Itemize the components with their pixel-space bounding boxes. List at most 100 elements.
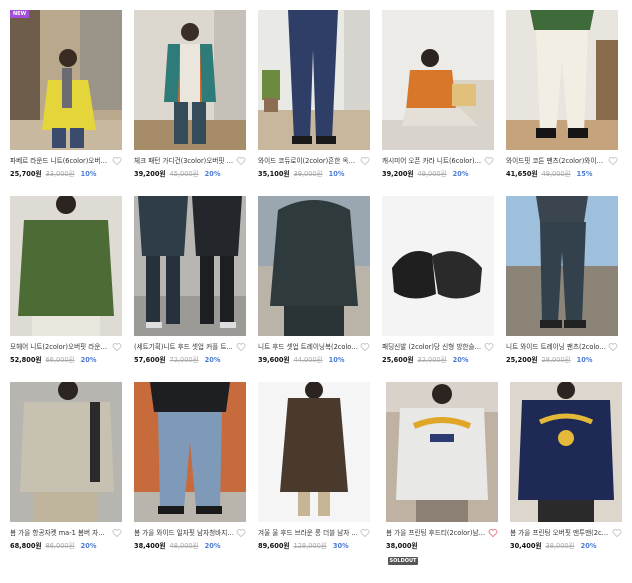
product-card-6[interactable]: 모헤어 니트(2color)오버핏 라운드 ... 52,800원 66,000원… xyxy=(10,196,122,365)
product-image-7[interactable] xyxy=(134,196,246,336)
product-original-price: 45,000원 xyxy=(169,170,199,178)
product-original-price: 128,000원 xyxy=(293,542,327,550)
heart-icon[interactable] xyxy=(360,528,370,538)
product-card-4[interactable]: 캐시미어 오픈 카라 니트(6color)무... 39,200원 49,000원… xyxy=(382,10,494,179)
product-image-10[interactable] xyxy=(506,196,618,336)
product-discount: 10% xyxy=(328,356,345,364)
heart-icon[interactable] xyxy=(236,528,246,538)
heart-icon[interactable] xyxy=(112,528,122,538)
product-card-5[interactable]: 와이드핏 코튼 팬츠(2color)와이드 ... 41,650원 49,000원… xyxy=(506,10,618,179)
product-name[interactable]: 모헤어 니트(2color)오버핏 라운드 ... xyxy=(10,342,110,352)
product-price: 57,600원 xyxy=(134,356,166,364)
product-name[interactable]: 파베르 라운드 니트(6color)오버핏 ... xyxy=(10,156,110,166)
product-original-price: 39,000원 xyxy=(293,170,323,178)
product-price: 39,200원 xyxy=(382,170,414,178)
product-original-price: 33,000원 xyxy=(45,170,75,178)
product-price: 25,600원 xyxy=(382,356,414,364)
product-image-5[interactable] xyxy=(506,10,618,150)
product-image-4[interactable] xyxy=(382,10,494,150)
product-original-price: 48,000원 xyxy=(169,542,199,550)
new-badge: NEW xyxy=(10,10,30,18)
product-name[interactable]: 패딩신발 (2color)당 신형 방한슬리... xyxy=(382,342,482,352)
product-card-1[interactable]: NEW 파베르 라운드 니트(6color)오버핏 ... 25,700원 33,… xyxy=(10,10,122,179)
product-name[interactable]: (세트기획)니트 후드 셋업 커플 트... xyxy=(134,342,234,352)
heart-icon[interactable] xyxy=(360,156,370,166)
product-image-9[interactable] xyxy=(382,196,494,336)
product-discount: 30% xyxy=(332,542,349,550)
product-price: 89,600원 xyxy=(258,542,290,550)
product-discount: 20% xyxy=(204,542,221,550)
product-discount: 10% xyxy=(80,170,97,178)
heart-icon[interactable] xyxy=(360,342,370,352)
product-discount: 20% xyxy=(80,356,97,364)
product-card-9[interactable]: 패딩신발 (2color)당 신형 방한슬리... 25,600원 32,000원… xyxy=(382,196,494,365)
product-discount: 10% xyxy=(576,356,593,364)
product-image-6[interactable] xyxy=(10,196,122,336)
heart-icon[interactable] xyxy=(236,156,246,166)
product-image-3[interactable] xyxy=(258,10,370,150)
product-name[interactable]: 체크 패턴 가디건(3color)오버핏 울... xyxy=(134,156,234,166)
product-image-14[interactable] xyxy=(386,382,498,522)
product-image-13[interactable] xyxy=(258,382,370,522)
product-original-price: 32,000원 xyxy=(417,356,447,364)
product-card-7[interactable]: (세트기획)니트 후드 셋업 커플 트... 57,600원 72,000원 20% xyxy=(134,196,246,365)
heart-icon[interactable] xyxy=(488,528,498,538)
product-original-price: 86,000원 xyxy=(45,542,75,550)
product-name[interactable]: 캐시미어 오픈 카라 니트(6color)무... xyxy=(382,156,482,166)
product-price: 35,100원 xyxy=(258,170,290,178)
product-card-8[interactable]: 니트 후드 셋업 트레이닝복(2color)... 39,600원 44,000원… xyxy=(258,196,370,365)
product-name[interactable]: 봄 가을 프린팅 오버핏 맨투맨(2col... xyxy=(510,528,610,538)
product-original-price: 49,000원 xyxy=(417,170,447,178)
product-original-price: 49,000원 xyxy=(541,170,571,178)
product-name[interactable]: 봄 가을 와이드 일자핏 남자청바지 ... xyxy=(134,528,234,538)
product-name[interactable]: 봄 가을 항공자켓 ma-1 봄버 자켓(... xyxy=(10,528,110,538)
product-price: 39,200원 xyxy=(134,170,166,178)
product-card-2[interactable]: 체크 패턴 가디건(3color)오버핏 울... 39,200원 45,000원… xyxy=(134,10,246,179)
product-price: 25,200원 xyxy=(506,356,538,364)
heart-icon[interactable] xyxy=(484,156,494,166)
product-card-11[interactable]: 봄 가을 항공자켓 ma-1 봄버 자켓(... 68,800원 86,000원 2… xyxy=(10,382,122,551)
product-discount: 20% xyxy=(80,542,97,550)
product-name[interactable]: 겨울 울 후드 브라운 롱 더블 남자 ... xyxy=(258,528,358,538)
product-name[interactable]: 니트 와이드 트레이닝 팬츠(2color)... xyxy=(506,342,606,352)
heart-icon[interactable] xyxy=(236,342,246,352)
soldout-badge: SOLDOUT xyxy=(388,557,418,565)
product-card-13[interactable]: 겨울 울 후드 브라운 롱 더블 남자 ... 89,600원 128,000원 3… xyxy=(258,382,370,551)
heart-icon[interactable] xyxy=(112,156,122,166)
product-price: 52,800원 xyxy=(10,356,42,364)
product-discount: 10% xyxy=(328,170,345,178)
product-card-15[interactable]: 봄 가을 프린팅 오버핏 맨투맨(2col... 30,400원 38,000원 2… xyxy=(510,382,622,551)
product-discount: 20% xyxy=(204,170,221,178)
product-name[interactable]: 와이드핏 코튼 팬츠(2color)와이드 ... xyxy=(506,156,606,166)
product-image-15[interactable] xyxy=(510,382,622,522)
product-price: 25,700원 xyxy=(10,170,42,178)
product-original-price: 38,000원 xyxy=(545,542,575,550)
product-image-1[interactable]: NEW xyxy=(10,10,122,150)
product-name[interactable]: 봄 가을 프린팅 후드티(2color)남자... xyxy=(386,528,486,538)
heart-icon[interactable] xyxy=(608,342,618,352)
product-card-10[interactable]: 니트 와이드 트레이닝 팬츠(2color)... 25,200원 28,000원… xyxy=(506,196,618,365)
product-original-price: 44,000원 xyxy=(293,356,323,364)
product-card-14[interactable]: 봄 가을 프린팅 후드티(2color)남자... 38,000원 xyxy=(386,382,498,551)
product-price: 39,600원 xyxy=(258,356,290,364)
product-card-3[interactable]: 와이드 코듀로이(2color)흔한 옥정 ... 35,100원 39,000원… xyxy=(258,10,370,179)
product-original-price: 66,000원 xyxy=(45,356,75,364)
product-image-2[interactable] xyxy=(134,10,246,150)
product-image-8[interactable] xyxy=(258,196,370,336)
heart-icon[interactable] xyxy=(112,342,122,352)
product-name[interactable]: 와이드 코듀로이(2color)흔한 옥정 ... xyxy=(258,156,358,166)
product-card-12[interactable]: 봄 가을 와이드 일자핏 남자청바지 ... 38,400원 48,000원 20% xyxy=(134,382,246,551)
heart-icon[interactable] xyxy=(608,156,618,166)
product-image-11[interactable] xyxy=(10,382,122,522)
heart-icon[interactable] xyxy=(484,342,494,352)
product-price: 38,000원 xyxy=(386,542,418,550)
product-discount: 20% xyxy=(452,356,469,364)
product-discount: 20% xyxy=(580,542,597,550)
product-discount: 20% xyxy=(452,170,469,178)
product-original-price: 28,000원 xyxy=(541,356,571,364)
product-discount: 15% xyxy=(576,170,593,178)
product-image-12[interactable] xyxy=(134,382,246,522)
product-name[interactable]: 니트 후드 셋업 트레이닝복(2color)... xyxy=(258,342,358,352)
product-price: 68,800원 xyxy=(10,542,42,550)
heart-icon[interactable] xyxy=(612,528,622,538)
